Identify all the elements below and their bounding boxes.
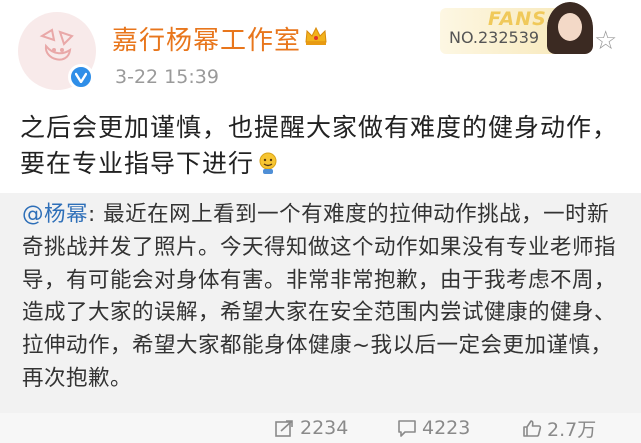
repost-text: @杨幂: 最近在网上看到一个有难度的拉伸动作挑战，一时新奇挑战并发了照片。今天得… xyxy=(22,199,622,396)
post-timestamp[interactable]: 3-22 15:39 xyxy=(115,66,219,88)
post-text: 之后会更加谨慎，也提醒大家做有难度的健身动作，要在专业指导下进行 xyxy=(20,110,630,185)
comment-icon xyxy=(398,420,416,437)
share-icon xyxy=(275,420,293,437)
weibo-post: 嘉行杨幂工作室 3-22 15:39 FANS NO.232539 ☆ 之后会更… xyxy=(0,0,641,443)
like-button[interactable]: 2.7万 xyxy=(522,413,596,443)
fans-badge-number: NO.232539 xyxy=(449,28,540,47)
post-text-content: 之后会更加谨慎，也提醒大家做有难度的健身动作，要在专业指导下进行 xyxy=(20,113,619,178)
like-icon xyxy=(523,420,542,437)
comment-button[interactable]: 4223 xyxy=(397,413,470,443)
like-count: 2.7万 xyxy=(547,418,597,441)
fans-badge-title: FANS xyxy=(488,8,547,30)
star-icon[interactable]: ☆ xyxy=(594,28,617,54)
fans-badge-avatar xyxy=(547,2,593,54)
verified-icon xyxy=(68,64,94,90)
action-bar: 2234 4223 2.7万 xyxy=(0,413,641,443)
repost-block[interactable]: @杨幂: 最近在网上看到一个有难度的拉伸动作挑战，一时新奇挑战并发了照片。今天得… xyxy=(0,193,641,413)
repost-text-content: : 最近在网上看到一个有难度的拉伸动作挑战，一时新奇挑战并发了照片。今天得知做这… xyxy=(22,202,617,391)
crown-icon xyxy=(305,26,327,45)
comment-count: 4223 xyxy=(422,417,471,439)
share-count: 2234 xyxy=(300,417,349,439)
share-button[interactable]: 2234 xyxy=(275,413,348,443)
username[interactable]: 嘉行杨幂工作室 xyxy=(112,20,301,57)
emoji-icon xyxy=(256,149,280,185)
repost-author-link[interactable]: @杨幂 xyxy=(22,202,88,227)
